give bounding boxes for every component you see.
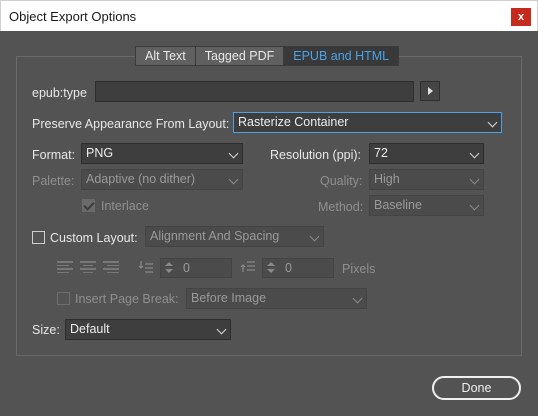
tab-alt-text[interactable]: Alt Text xyxy=(136,47,196,65)
custom-layout-value: Alignment And Spacing xyxy=(150,229,280,243)
chevron-down-icon xyxy=(469,174,480,185)
stepper-up-icon[interactable] xyxy=(165,262,173,266)
space-before-icon xyxy=(138,261,153,273)
format-value: PNG xyxy=(86,146,114,160)
chevron-down-icon xyxy=(216,324,227,335)
size-select[interactable]: Default xyxy=(65,319,231,340)
custom-layout-checkbox[interactable] xyxy=(32,231,45,244)
size-value: Default xyxy=(70,322,110,336)
tab-tagged-pdf[interactable]: Tagged PDF xyxy=(195,47,285,65)
quality-value: High xyxy=(374,172,400,186)
chevron-down-icon xyxy=(228,174,239,185)
chevron-down-icon xyxy=(469,200,480,211)
chevron-down-icon xyxy=(469,148,480,159)
interlace-label: Interlace xyxy=(101,199,149,213)
insert-page-break-label: Insert Page Break: xyxy=(75,292,179,306)
custom-layout-label: Custom Layout: xyxy=(50,231,138,245)
size-label: Size: xyxy=(32,323,60,337)
interlace-checkbox[interactable] xyxy=(82,199,95,212)
tab-bar: Alt Text Tagged PDF EPUB and HTML xyxy=(135,46,400,66)
space-after-stepper[interactable]: 0 xyxy=(262,258,334,278)
palette-value: Adaptive (no dither) xyxy=(86,172,196,186)
format-select[interactable]: PNG xyxy=(81,143,243,164)
epub-type-label: epub:type xyxy=(32,86,87,100)
spacing-unit-label: Pixels xyxy=(342,262,376,276)
space-before-value: 0 xyxy=(183,261,190,275)
custom-layout-select[interactable]: Alignment And Spacing xyxy=(145,226,324,247)
epub-type-input[interactable] xyxy=(95,81,414,102)
palette-label: Palette: xyxy=(32,174,75,188)
quality-select[interactable]: High xyxy=(369,169,484,190)
palette-select[interactable]: Adaptive (no dither) xyxy=(81,169,243,190)
resolution-value: 72 xyxy=(374,146,388,160)
page-break-select[interactable]: Before Image xyxy=(186,288,367,309)
stepper-down-icon[interactable] xyxy=(165,269,173,273)
align-left-icon[interactable] xyxy=(57,261,75,275)
insert-page-break-checkbox[interactable] xyxy=(57,292,70,305)
align-center-icon[interactable] xyxy=(80,261,98,275)
space-before-stepper[interactable]: 0 xyxy=(160,258,232,278)
preserve-appearance-select[interactable]: Rasterize Container xyxy=(233,112,502,133)
done-button[interactable]: Done xyxy=(432,376,521,400)
resolution-select[interactable]: 72 xyxy=(369,143,484,164)
quality-label: Quality: xyxy=(320,174,363,188)
chevron-down-icon xyxy=(309,231,320,242)
epub-type-menu-button[interactable] xyxy=(420,81,440,101)
tab-epub-and-html[interactable]: EPUB and HTML xyxy=(284,47,399,65)
page-break-value: Before Image xyxy=(191,291,267,305)
align-right-icon[interactable] xyxy=(103,261,121,275)
space-after-icon xyxy=(240,261,255,272)
preserve-appearance-value: Rasterize Container xyxy=(238,115,349,129)
method-select[interactable]: Baseline xyxy=(369,195,484,216)
stepper-down-icon[interactable] xyxy=(267,269,275,273)
chevron-down-icon xyxy=(352,293,363,304)
method-label: Method: xyxy=(318,200,364,214)
chevron-down-icon xyxy=(487,117,498,128)
space-after-value: 0 xyxy=(285,261,292,275)
chevron-down-icon xyxy=(228,148,239,159)
preserve-appearance-label: Preserve Appearance From Layout: xyxy=(32,117,230,131)
play-arrow-icon xyxy=(428,87,433,95)
method-value: Baseline xyxy=(374,198,422,212)
stepper-up-icon[interactable] xyxy=(267,262,275,266)
resolution-label: Resolution (ppi): xyxy=(270,148,362,162)
format-label: Format: xyxy=(32,148,76,162)
